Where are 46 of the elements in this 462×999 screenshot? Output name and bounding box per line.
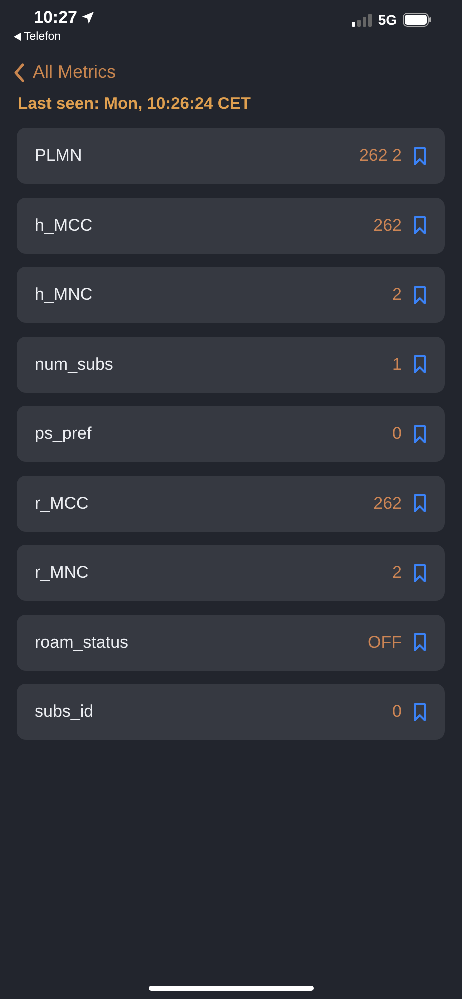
bookmark-icon[interactable] <box>413 424 427 444</box>
metric-row[interactable]: num_subs 1 <box>17 336 445 392</box>
metric-row[interactable]: h_MNC 2 <box>17 267 445 323</box>
bookmark-icon[interactable] <box>413 286 427 304</box>
bookmark-icon[interactable] <box>413 633 427 652</box>
bookmark-icon[interactable] <box>413 216 427 235</box>
metric-row[interactable]: ps_pref 0 <box>17 406 445 462</box>
bookmark-icon[interactable] <box>413 564 427 582</box>
back-button[interactable]: All Metrics <box>14 62 116 83</box>
bookmark-icon[interactable] <box>413 702 427 722</box>
metric-name: h_MCC <box>35 216 94 236</box>
metric-row[interactable]: r_MNC 2 <box>17 545 445 601</box>
back-to-app-link[interactable]: Telefon <box>24 31 62 43</box>
bookmark-icon[interactable] <box>413 494 427 513</box>
metric-name: subs_id <box>35 702 95 722</box>
metric-value: 262 2 <box>359 146 402 166</box>
metric-row[interactable]: r_MCC 262 <box>17 476 445 532</box>
location-arrow-icon <box>81 11 96 25</box>
metric-value: 0 <box>392 702 402 722</box>
battery-icon <box>403 13 432 27</box>
metric-name: r_MNC <box>35 563 90 583</box>
metric-row[interactable]: roam_status OFF <box>17 614 445 670</box>
metric-value: 1 <box>392 354 402 374</box>
network-type: 5G <box>378 12 397 28</box>
metric-value: 0 <box>392 424 402 444</box>
metric-name: num_subs <box>35 354 114 374</box>
metric-value: 2 <box>392 563 402 583</box>
metric-name: ps_pref <box>35 424 93 444</box>
metric-value: OFF <box>368 632 402 652</box>
metric-value: 262 <box>374 216 402 236</box>
metric-value: 2 <box>392 285 402 305</box>
bookmark-icon[interactable] <box>413 355 427 374</box>
last-seen-text: Last seen: Mon, 10:26:24 CET <box>18 95 252 114</box>
signal-icon <box>352 14 372 26</box>
metric-name: r_MCC <box>35 494 90 514</box>
bookmark-icon[interactable] <box>413 146 427 166</box>
metric-name: PLMN <box>35 146 84 166</box>
back-triangle-icon <box>14 33 21 41</box>
metric-name: roam_status <box>35 632 130 652</box>
clock-time: 10:27 <box>34 8 78 28</box>
metric-row[interactable]: h_MCC 262 <box>17 198 445 254</box>
metric-row[interactable]: subs_id 0 <box>17 684 445 740</box>
metric-value: 262 <box>374 494 402 514</box>
metric-name: h_MNC <box>35 285 94 305</box>
chevron-left-icon <box>14 62 25 82</box>
metric-row[interactable]: PLMN 262 2 <box>17 128 445 184</box>
